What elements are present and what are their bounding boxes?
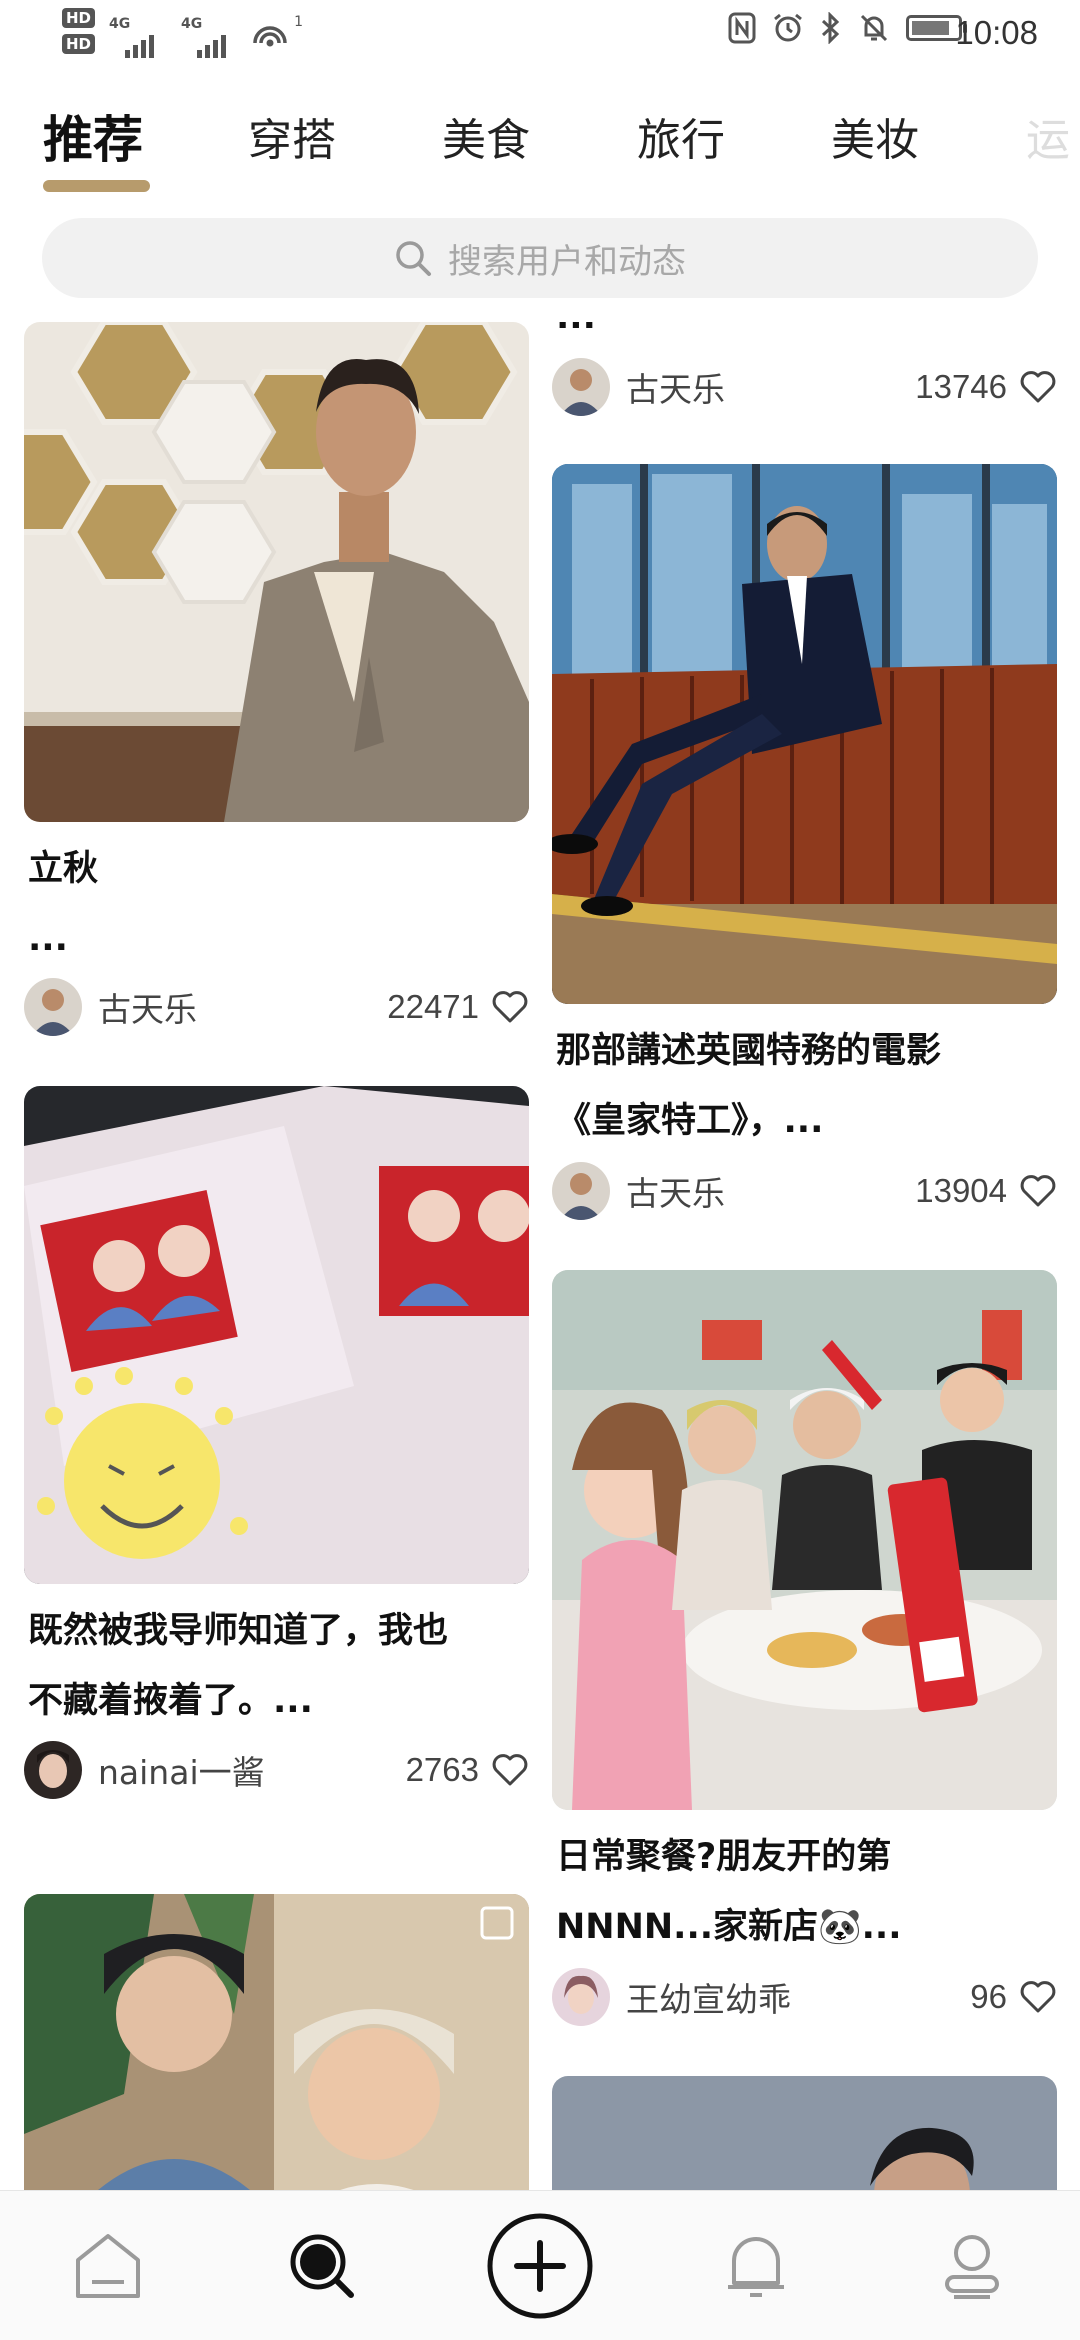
post-image[interactable]: [24, 322, 529, 822]
post-image[interactable]: [552, 464, 1057, 1004]
hd-badge-1: HD: [62, 8, 96, 28]
post-title[interactable]: 立秋 ...: [28, 834, 528, 974]
active-tab-indicator: [43, 180, 150, 192]
tab-beauty[interactable]: 美妆: [831, 104, 919, 168]
post-image[interactable]: [24, 1086, 529, 1584]
post-meta: nainai一酱 2763: [24, 1739, 529, 1801]
heart-icon[interactable]: [1019, 1980, 1057, 2014]
bluetooth-icon: [821, 12, 840, 44]
post-title[interactable]: 日常聚餐?朋友开的第 NNNN...家新店🐼...: [556, 1822, 1056, 1962]
nav-discover[interactable]: [272, 2191, 372, 2340]
like-count: 96: [970, 1978, 1007, 2015]
hd-indicators: HD HD: [62, 8, 96, 54]
heart-icon[interactable]: [1019, 370, 1057, 404]
search-icon: [290, 2234, 354, 2298]
post-title[interactable]: 那部講述英國特務的電影 《皇家特工》，...: [556, 1016, 1056, 1156]
post-meta: 王幼宣幼乖 96: [552, 1966, 1057, 2028]
tab-recommend[interactable]: 推荐: [43, 100, 143, 172]
post-meta: 古天乐 22471: [24, 976, 529, 1038]
nav-home[interactable]: [58, 2191, 158, 2340]
clock: 10:08: [955, 14, 1038, 51]
post-feed: 立秋 ... 古天乐 22471 既然被我导师知道了，我也 不藏着掖着了。...…: [0, 322, 1080, 2190]
tab-food[interactable]: 美食: [442, 104, 530, 168]
battery-level: [912, 21, 949, 35]
author-avatar[interactable]: [24, 978, 82, 1036]
search-placeholder: 搜索用户和动态: [448, 241, 686, 282]
like-count: 22471: [387, 988, 479, 1025]
status-right: [728, 12, 967, 44]
post-image[interactable]: [24, 1894, 529, 2190]
battery-icon: [906, 15, 967, 41]
author-avatar[interactable]: [552, 358, 610, 416]
status-bar: HD HD 4G 4G 1 10:08: [0, 0, 1080, 80]
hd-badge-2: HD: [62, 34, 96, 54]
search-icon: [396, 241, 431, 276]
author-avatar[interactable]: [24, 1741, 82, 1799]
heart-icon[interactable]: [491, 1753, 529, 1787]
author-name[interactable]: 王幼宣幼乖: [626, 1973, 970, 2021]
status-left: HD HD 4G 4G 1: [62, 8, 303, 62]
signal-icon-2: 4G: [181, 16, 239, 62]
signal-icon-1: 4G: [109, 16, 167, 62]
post-image[interactable]: [552, 1270, 1057, 1810]
mute-icon: [860, 14, 888, 42]
heart-icon[interactable]: [1019, 1174, 1057, 1208]
post-title[interactable]: 既然被我导师知道了，我也 不藏着掖着了。...: [28, 1596, 528, 1736]
bottom-navigation: [0, 2190, 1080, 2340]
alarm-icon: [774, 13, 802, 42]
network-type-1: 4G: [109, 16, 131, 32]
post-meta: 古天乐 13904: [552, 1160, 1057, 1222]
heart-icon[interactable]: [491, 990, 529, 1024]
network-type-2: 4G: [181, 16, 203, 32]
author-avatar[interactable]: [552, 1162, 610, 1220]
home-icon: [76, 2234, 140, 2298]
author-name[interactable]: nainai一酱: [98, 1746, 406, 1794]
category-tabs: 推荐 穿搭 美食 旅行 美妆 运: [0, 96, 1080, 196]
nfc-icon: [728, 12, 756, 44]
post-title[interactable]: ...: [556, 322, 1056, 352]
nav-publish[interactable]: [480, 2191, 600, 2340]
tab-sports[interactable]: 运: [1026, 104, 1070, 168]
search-bar[interactable]: 搜索用户和动态: [42, 218, 1038, 298]
nav-profile[interactable]: [922, 2191, 1022, 2340]
like-count: 13904: [915, 1172, 1007, 1209]
user-icon: [945, 2235, 999, 2299]
author-name[interactable]: 古天乐: [626, 1167, 915, 1215]
hotspot-icon: 1: [253, 14, 303, 58]
nav-notifications[interactable]: [706, 2191, 806, 2340]
tab-travel[interactable]: 旅行: [637, 104, 725, 168]
tab-outfits[interactable]: 穿搭: [248, 104, 336, 168]
bell-icon: [728, 2237, 784, 2297]
hotspot-count: 1: [294, 14, 304, 30]
author-name[interactable]: 古天乐: [626, 363, 915, 411]
like-count: 2763: [405, 1751, 479, 1788]
post-image[interactable]: [552, 2076, 1057, 2190]
post-meta: 古天乐 13746: [552, 356, 1057, 418]
plus-icon: [487, 2213, 593, 2319]
author-avatar[interactable]: [552, 1968, 610, 2026]
author-name[interactable]: 古天乐: [98, 983, 387, 1031]
like-count: 13746: [915, 368, 1007, 405]
